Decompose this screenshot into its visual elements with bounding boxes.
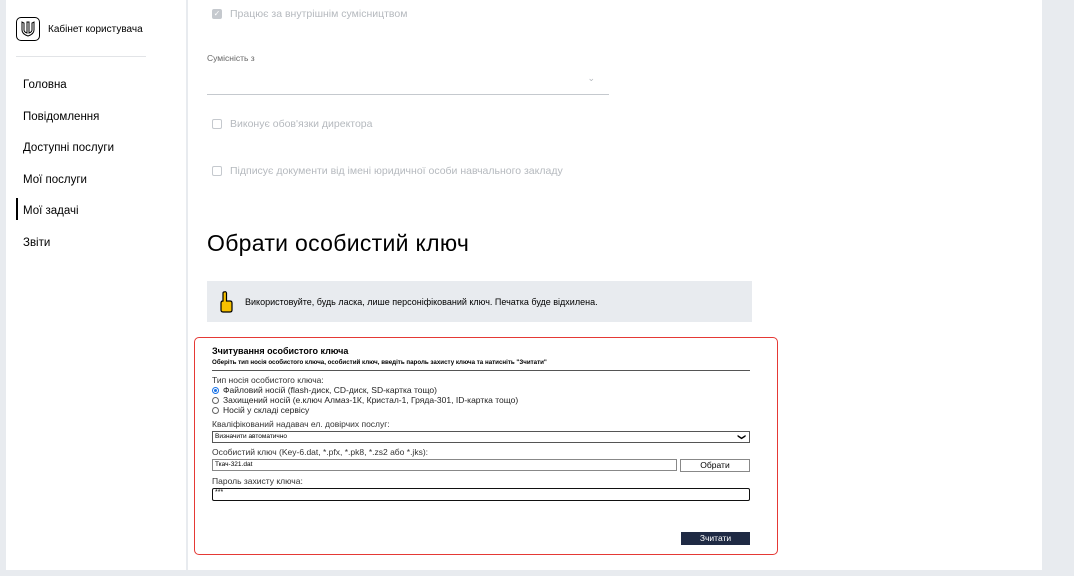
internal-combination-checkbox[interactable]: Працює за внутрішнім сумісництвом [212,8,407,20]
chevron-down-icon: ❯ [737,433,747,441]
media-option-label: Захищений носій (е.ключ Алмаз-1К, Криста… [223,395,519,405]
director-checkbox[interactable]: Виконує обов'язки директора [212,118,373,130]
media-type-label: Тип носія особистого ключа: [212,375,324,385]
key-reader-title: Зчитування особистого ключа [212,346,349,356]
sidebar-item-available-services[interactable]: Доступні послуги [6,137,186,169]
sidebar-divider [16,56,146,57]
sidebar-item-my-services[interactable]: Мої послуги [6,169,186,201]
sidebar-nav: Головна Повідомлення Доступні послуги Мо… [6,74,186,263]
radio-icon [212,396,219,404]
radio-selected-icon [212,386,219,394]
password-label: Пароль захисту ключа: [212,476,303,486]
key-file-input[interactable]: Ткач-321.dat [212,459,677,471]
provider-select[interactable]: Визначити автоматично ❯ [212,431,750,443]
read-key-button[interactable]: Зчитати [681,532,750,545]
radio-icon [212,406,219,414]
notice-banner: Використовуйте, будь ласка, лише персоні… [207,281,752,322]
compat-select[interactable]: ⌄ [207,70,609,95]
director-label: Виконує обов'язки директора [230,118,373,130]
sign-documents-label: Підписує документи від імені юридичної о… [230,165,563,177]
internal-combination-label: Працює за внутрішнім сумісництвом [230,8,408,20]
sidebar-item-reports[interactable]: Звіти [6,232,186,264]
section-title: Обрати особистий ключ [207,230,470,256]
provider-label: Кваліфікований надавач ел. довірчих посл… [212,419,390,429]
browse-button[interactable]: Обрати [680,459,750,472]
chevron-down-icon: ⌄ [587,73,595,83]
checkbox-icon [212,119,222,129]
password-input[interactable]: *** [212,488,750,501]
sidebar-item-home[interactable]: Головна [6,74,186,106]
media-option-protected[interactable]: Захищений носій (е.ключ Алмаз-1К, Криста… [212,395,750,405]
sidebar-item-messages[interactable]: Повідомлення [6,106,186,138]
sidebar-item-my-tasks[interactable]: Мої задачі [6,198,186,232]
brand-title: Кабінет користувача [48,23,143,35]
checkbox-checked-icon [212,9,222,19]
sidebar: Кабінет користувача Головна Повідомлення… [6,0,186,570]
compat-label: Сумісність з [207,53,255,63]
trident-icon [16,17,40,41]
divider [212,370,750,371]
media-option-file[interactable]: Файловий носій (flash-диск, CD-диск, SD-… [212,385,750,395]
media-option-service[interactable]: Носій у складі сервісу [212,405,750,415]
media-option-label: Файловий носій (flash-диск, CD-диск, SD-… [223,385,437,395]
brand[interactable]: Кабінет користувача [16,17,143,41]
sign-documents-checkbox[interactable]: Підписує документи від імені юридичної о… [212,165,563,177]
checkbox-icon [212,166,222,176]
key-reader-panel: Зчитування особистого ключа Оберіть тип … [194,337,778,555]
key-file-label: Особистий ключ (Key-6.dat, *.pfx, *.pk8,… [212,447,429,457]
media-option-label: Носій у складі сервісу [223,405,310,415]
scrollbar[interactable] [1046,0,1066,576]
provider-value: Визначити автоматично [215,433,288,440]
pointing-hand-icon [220,290,233,313]
key-reader-subtitle: Оберіть тип носія особистого ключа, особ… [212,359,547,366]
notice-text: Використовуйте, будь ласка, лише персоні… [245,296,598,307]
